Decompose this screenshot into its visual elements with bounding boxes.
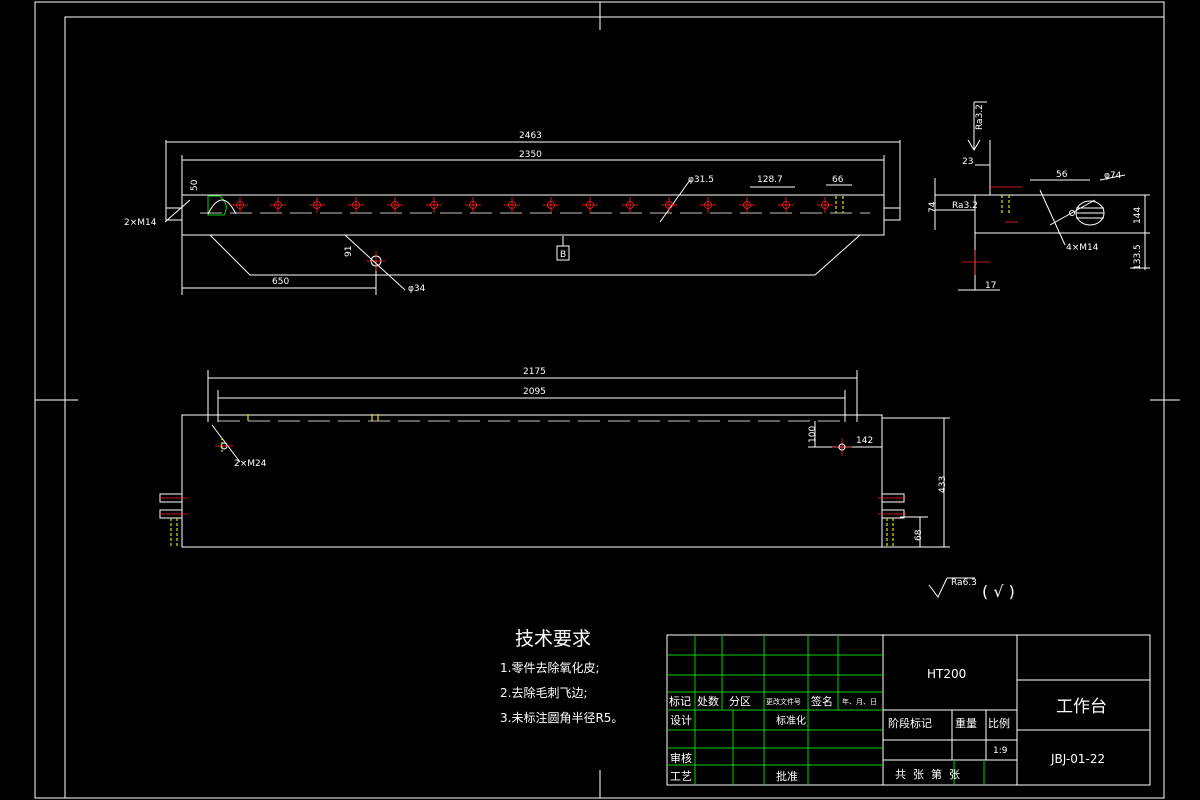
dim-2xm24: 2×M24 (234, 459, 267, 469)
svg-text:Ra6.3: Ra6.3 (951, 578, 977, 588)
dim-2350: 2350 (519, 150, 542, 160)
dim-66: 66 (832, 175, 844, 185)
dim-1335: 133.5 (1133, 244, 1143, 270)
front-view-body (181, 414, 883, 548)
header-zone: 分区 (729, 695, 751, 708)
side-ra-mid: Ra3.2 (952, 201, 978, 211)
label-weight: 重量 (955, 716, 977, 730)
header-date: 年、月、日 (842, 697, 877, 706)
header-sign: 签名 (811, 694, 833, 708)
dim-650: 650 (272, 277, 289, 287)
outer-border (34, 1, 1165, 799)
dim-phi315: φ31.5 (688, 175, 714, 185)
label-design: 设计 (670, 714, 692, 727)
drawing-code: JBJ-01-22 (1050, 752, 1105, 766)
dim-100: 100 (808, 426, 818, 443)
general-roughness: Ra6.3 ( √ ) (928, 577, 1015, 601)
dim-phi74: φ74 (1104, 171, 1122, 181)
top-hole-row (232, 197, 833, 213)
side-view: Ra3.2 23 56 φ74 74 Ra3.2 4×M14 144 133.5… (928, 101, 1150, 291)
header-mark: 标记 (669, 694, 691, 708)
tech-item-1: 1.零件去除氧化皮; (500, 660, 600, 675)
label-ratio: 比例 (988, 716, 1010, 730)
label-approve: 批准 (776, 769, 798, 783)
tech-item-3: 3.未标注圆角半径R5。 (500, 710, 623, 725)
section-hatch (207, 195, 227, 216)
dim-74: 74 (928, 201, 938, 213)
part-name: 工作台 (1056, 697, 1107, 717)
header-doc: 更改文件号 (766, 697, 801, 706)
roughness-check: ( √ ) (982, 582, 1015, 601)
dim-68: 68 (914, 529, 924, 541)
dim-23: 23 (962, 157, 973, 167)
title-block: HT200 工作台 JBJ-01-22 1:9 标记 处数 分区 更改文件号 签… (666, 634, 1151, 786)
dim-142: 142 (856, 436, 873, 446)
dim-2095: 2095 (523, 387, 546, 397)
tech-item-2: 2.去除毛刺飞边; (500, 685, 588, 700)
datum-label: B (560, 250, 566, 260)
dim-2xm14: 2×M14 (124, 218, 157, 228)
side-ra-top: Ra3.2 (975, 104, 985, 130)
scale-value: 1:9 (993, 746, 1008, 756)
technical-requirements: 技术要求 1.零件去除氧化皮; 2.去除毛刺飞边; 3.未标注圆角半径R5。 (500, 628, 623, 725)
dim-144: 144 (1133, 207, 1143, 224)
cad-drawing: B 2463 2350 50 2×M14 φ31.5 128.7 66 650 … (34, 1, 1180, 799)
label-stage: 阶段标记 (888, 716, 932, 730)
inner-border (64, 16, 1165, 799)
top-view-base (209, 234, 861, 276)
dim-phi34: φ34 (408, 284, 426, 294)
label-sheets: 共 张 第 张 (895, 767, 960, 781)
dim-2463: 2463 (519, 131, 542, 141)
front-view: 2175 2095 100 142 2×M24 433 68 (159, 367, 950, 548)
dim-56: 56 (1056, 170, 1068, 180)
label-check: 审核 (670, 751, 692, 765)
label-standard: 标准化 (776, 714, 806, 727)
dim-2175: 2175 (523, 367, 546, 377)
dim-4xm14: 4×M14 (1066, 243, 1099, 253)
dim-17: 17 (985, 281, 996, 291)
label-process: 工艺 (670, 770, 692, 783)
dim-50: 50 (190, 179, 200, 191)
dim-91: 91 (344, 246, 354, 257)
header-count: 处数 (697, 695, 719, 708)
tech-title: 技术要求 (515, 628, 591, 650)
top-view-body (181, 194, 885, 236)
dim-433: 433 (938, 476, 948, 493)
dim-1287: 128.7 (757, 175, 783, 185)
material: HT200 (927, 667, 966, 681)
top-view: B 2463 2350 50 2×M14 φ31.5 128.7 66 650 … (124, 131, 901, 295)
